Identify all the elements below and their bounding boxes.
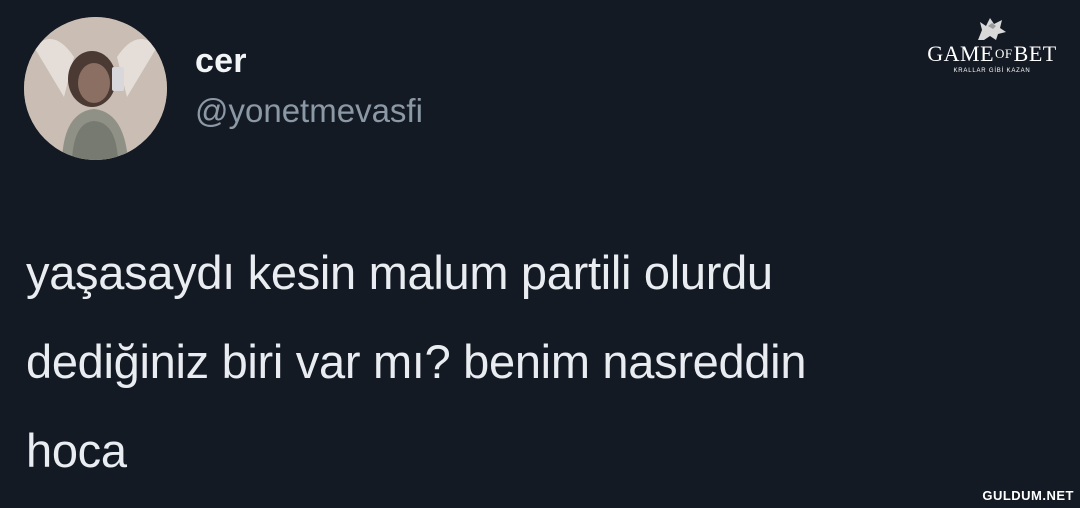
logo-title: GAMEOFBET xyxy=(918,42,1066,66)
logo-title-right: BET xyxy=(1013,41,1057,66)
logo-title-of: OF xyxy=(995,46,1013,61)
tweet-card: cer @yonetmevasfi yaşasaydı kesin malum … xyxy=(0,0,1080,508)
profile-photo-icon xyxy=(24,17,167,160)
wolf-icon xyxy=(978,18,1006,40)
tweet-text-line: yaşasaydı kesin malum partili olurdu xyxy=(26,246,773,299)
brand-logo: GAMEOFBET KRALLAR GİBİ KAZAN xyxy=(918,14,1066,86)
tweet-text-line: hoca xyxy=(26,424,127,477)
user-handle[interactable]: @yonetmevasfi xyxy=(195,92,423,130)
logo-subtitle: KRALLAR GİBİ KAZAN xyxy=(953,68,1031,74)
tweet-text-line: dediğiniz biri var mı? benim nasreddin xyxy=(26,335,807,388)
tweet-text: yaşasaydı kesin malum partili olurdu ded… xyxy=(26,228,1056,495)
display-name[interactable]: cer xyxy=(195,42,247,81)
avatar[interactable] xyxy=(24,17,167,160)
watermark: GULDUM.NET xyxy=(982,488,1074,503)
logo-title-left: GAME xyxy=(927,41,995,66)
